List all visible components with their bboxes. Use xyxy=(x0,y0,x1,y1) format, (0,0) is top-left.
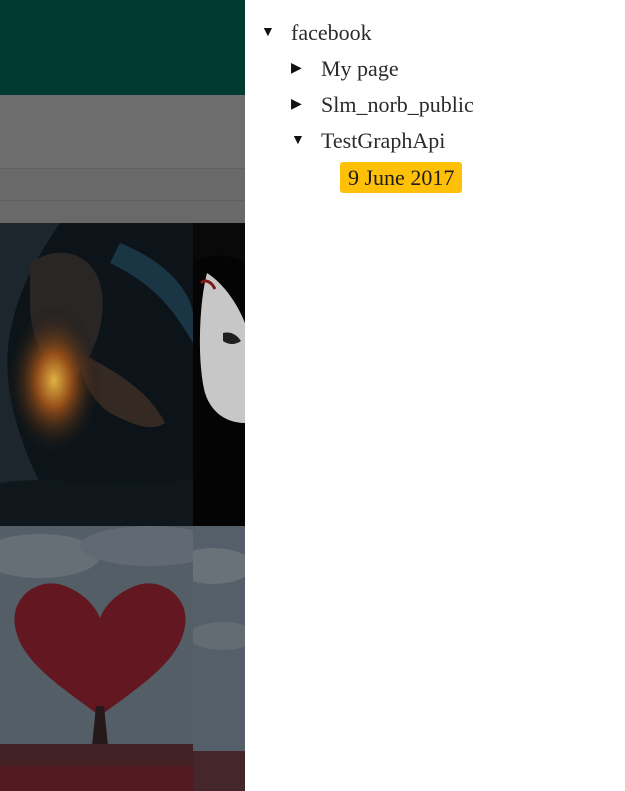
dark-figure-photo[interactable] xyxy=(0,223,193,526)
tree-node-label[interactable]: facebook xyxy=(291,19,372,47)
divider xyxy=(0,200,245,201)
triangle-right-icon[interactable]: ▶ xyxy=(291,55,309,83)
tree-node-label[interactable]: Slm_norb_public xyxy=(321,91,474,119)
app-header-bar xyxy=(0,0,245,95)
tree-leaf-selected-date[interactable]: 9 June 2017 xyxy=(340,162,463,193)
app-subbar xyxy=(0,169,245,223)
triangle-down-icon[interactable]: ▼ xyxy=(291,127,309,155)
heart-tree-photo[interactable] xyxy=(0,526,193,791)
app-toolbar xyxy=(0,95,245,168)
tree-node-label[interactable]: My page xyxy=(321,55,399,83)
background-app xyxy=(0,0,245,791)
tree-node-testgraphapi[interactable]: ▼ TestGraphApi xyxy=(291,127,445,155)
tree-navigation-panel: ▼ facebook ▶ My page ▶ Slm_norb_public ▼… xyxy=(245,0,625,791)
triangle-right-icon[interactable]: ▶ xyxy=(291,91,309,119)
tree-node-facebook[interactable]: ▼ facebook xyxy=(261,19,372,47)
triangle-down-icon[interactable]: ▼ xyxy=(261,19,279,47)
sky-photo[interactable] xyxy=(193,526,245,791)
tree-node-my-page[interactable]: ▶ My page xyxy=(291,55,399,83)
tree-node-slm-norb-public[interactable]: ▶ Slm_norb_public xyxy=(291,91,474,119)
portrait-photo[interactable] xyxy=(193,223,245,526)
tree-node-label[interactable]: TestGraphApi xyxy=(321,127,445,155)
